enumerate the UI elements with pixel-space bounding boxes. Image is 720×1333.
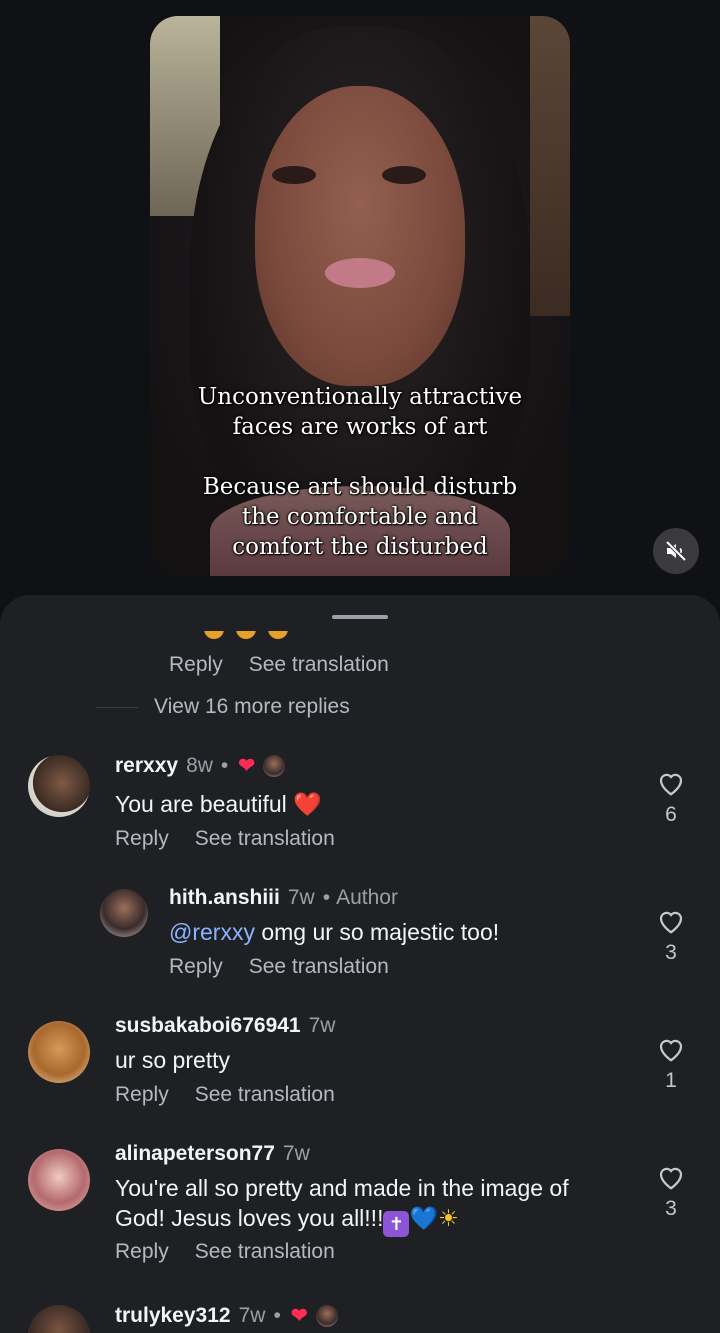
video-caption-top: Unconventionally attractive faces are wo…: [150, 382, 570, 442]
sun-emoji: ☀: [438, 1205, 459, 1231]
emoji-face-icon: [204, 631, 224, 639]
comment-header: rerxxy 8w • ❤: [115, 753, 286, 778]
caption-line: Unconventionally attractive: [197, 384, 523, 410]
emoji-face-icon: [236, 631, 256, 639]
comment-actions: Reply See translation: [169, 955, 415, 979]
username[interactable]: alinapeterson77: [115, 1142, 275, 1166]
comment-actions: Reply See translation: [169, 653, 415, 677]
heart-outline-icon: [659, 1167, 683, 1190]
comment-text: You are beautiful ❤️: [115, 789, 322, 819]
comment-header: susbakaboi676941 7w: [115, 1014, 335, 1038]
see-translation-button[interactable]: See translation: [195, 1240, 335, 1263]
avatar[interactable]: [28, 755, 90, 817]
timestamp: 7w: [287, 886, 315, 909]
see-translation-button[interactable]: See translation: [195, 1083, 335, 1106]
comment-text: ur so pretty: [115, 1045, 230, 1075]
video-background-door: [530, 16, 570, 316]
see-translation-button[interactable]: See translation: [249, 653, 389, 676]
comment-text: @rerxxy omg ur so majestic too!: [169, 917, 499, 947]
comments-sheet: Reply See translation View 16 more replie…: [0, 595, 720, 1333]
divider: [96, 706, 138, 708]
latin-cross-emoji: ✝: [383, 1211, 410, 1237]
separator: •: [273, 1303, 281, 1327]
avatar[interactable]: [28, 1021, 90, 1083]
caption-line: the comfortable and: [241, 504, 479, 530]
comment-actions: Reply See translation: [115, 827, 361, 851]
comment-actions: Reply See translation: [115, 1240, 361, 1264]
like-count: 3: [665, 1197, 677, 1220]
like-button[interactable]: 6: [651, 769, 691, 827]
author-avatar-mini: [315, 1304, 338, 1327]
partially-visible-emoji-row: [204, 631, 314, 643]
red-heart-icon: ❤: [290, 1305, 308, 1327]
reply-button[interactable]: Reply: [115, 827, 169, 850]
heart-outline-icon: [659, 773, 683, 796]
separator: •: [220, 753, 229, 777]
caption-line: comfort the disturbed: [232, 534, 488, 560]
mention-link[interactable]: @rerxxy: [169, 919, 255, 945]
video-person-lips: [325, 258, 395, 288]
timestamp: 8w: [186, 753, 213, 777]
like-button[interactable]: 3: [651, 1163, 691, 1221]
video-person-face: [255, 86, 465, 386]
caption-line: faces are works of art: [232, 414, 488, 440]
avatar[interactable]: [28, 1149, 90, 1211]
comment-text-content: You are beautiful: [115, 791, 287, 817]
username[interactable]: trulykey312: [115, 1304, 231, 1328]
author-badge: Author: [336, 886, 398, 909]
red-heart-emoji: ❤️: [293, 791, 322, 817]
comment-header: alinapeterson77 7w: [115, 1142, 310, 1166]
comment-header: hith.anshiii 7w • Author: [169, 886, 398, 910]
mute-button[interactable]: [653, 528, 699, 574]
blue-heart-emoji: 💙: [409, 1205, 439, 1231]
like-count: 1: [665, 1069, 677, 1092]
avatar[interactable]: [28, 1305, 90, 1333]
reply-button[interactable]: Reply: [115, 1083, 169, 1106]
author-avatar-mini: [263, 754, 286, 777]
video-preview[interactable]: Unconventionally attractive faces are wo…: [150, 16, 570, 576]
comment-header: trulykey312 7w • ❤: [115, 1303, 338, 1328]
timestamp: 7w: [308, 1014, 336, 1037]
video-person-eye: [272, 166, 316, 184]
reply-button[interactable]: Reply: [169, 653, 223, 676]
caption-line: Because art should disturb: [202, 474, 518, 500]
reply-button[interactable]: Reply: [169, 955, 223, 978]
comment-text-line: God! Jesus loves you all!!! ✝ 💙☀: [115, 1203, 569, 1237]
view-more-replies-label: View 16 more replies: [154, 695, 350, 718]
video-person-eye: [382, 166, 426, 184]
like-count: 3: [665, 941, 677, 964]
timestamp: 7w: [282, 1142, 310, 1165]
timestamp: 7w: [238, 1303, 266, 1327]
emoji-face-icon: [268, 631, 288, 639]
comment-text: You're all so pretty and made in the ima…: [115, 1173, 569, 1237]
video-caption-bottom: Because art should disturb the comfortab…: [150, 472, 570, 562]
speaker-muted-icon: [665, 540, 687, 562]
comment-actions: Reply See translation: [115, 1083, 361, 1107]
username[interactable]: susbakaboi676941: [115, 1014, 301, 1038]
see-translation-button[interactable]: See translation: [249, 955, 389, 978]
username[interactable]: hith.anshiii: [169, 886, 280, 910]
like-button[interactable]: 3: [651, 907, 691, 965]
comment-text-content: ur so pretty: [115, 1047, 231, 1073]
drag-handle[interactable]: [332, 615, 388, 619]
comment-text-content: God! Jesus loves you all!!!: [115, 1205, 384, 1231]
comment-text-line: You're all so pretty and made in the ima…: [115, 1175, 569, 1201]
separator: •: [322, 886, 331, 909]
heart-outline-icon: [659, 911, 683, 934]
comment-text-content: omg ur so majestic too!: [254, 919, 500, 945]
heart-outline-icon: [659, 1039, 683, 1062]
reply-button[interactable]: Reply: [115, 1240, 169, 1263]
like-button[interactable]: 1: [651, 1035, 691, 1093]
red-heart-icon: ❤: [238, 755, 256, 777]
view-more-replies-button[interactable]: View 16 more replies: [96, 695, 350, 719]
like-count: 6: [665, 803, 677, 826]
username[interactable]: rerxxy: [115, 754, 178, 778]
avatar[interactable]: [100, 889, 148, 937]
see-translation-button[interactable]: See translation: [195, 827, 335, 850]
